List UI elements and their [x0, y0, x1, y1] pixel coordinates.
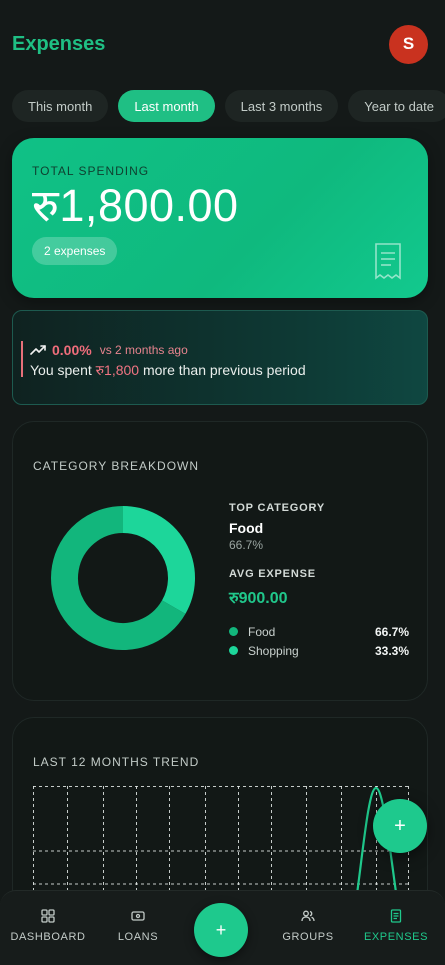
- period-chip-last-month[interactable]: Last month: [118, 90, 215, 122]
- trend-title: LAST 12 MONTHS TREND: [33, 755, 200, 769]
- comparison-header: 0.00% vs 2 months ago: [30, 342, 188, 358]
- nav-dashboard[interactable]: DASHBOARD: [3, 909, 93, 943]
- total-spending-label: TOTAL SPENDING: [32, 164, 150, 178]
- comparison-text-after: more than previous period: [139, 362, 306, 378]
- total-spending-card: TOTAL SPENDING रु1,800.00 2 expenses: [12, 138, 428, 298]
- period-chip-year-to-date[interactable]: Year to date: [348, 90, 445, 122]
- comparison-accent-bar: [21, 341, 23, 377]
- legend-item-food: Food 66.7%: [229, 622, 409, 641]
- receipt-icon: [375, 243, 401, 280]
- add-expense-fab[interactable]: +: [373, 799, 427, 853]
- avg-expense-value: रु900.00: [229, 590, 288, 607]
- legend-dot-shopping: [229, 646, 238, 655]
- top-category-heading: TOP CATEGORY: [229, 502, 325, 514]
- expenses-screen: Expenses S This month Last month Last 3 …: [0, 0, 445, 965]
- legend-item-shopping: Shopping 33.3%: [229, 641, 409, 660]
- comparison-percent: 0.00%: [52, 342, 92, 358]
- legend-label-shopping: Shopping: [248, 643, 299, 658]
- category-breakdown-title: CATEGORY BREAKDOWN: [33, 459, 200, 473]
- top-category-name: Food: [229, 520, 264, 536]
- avg-expense-heading: AVG EXPENSE: [229, 568, 316, 580]
- legend-label-food: Food: [248, 624, 276, 639]
- comparison-text: You spent रु1,800 more than previous per…: [30, 361, 306, 380]
- nav-expenses-label: EXPENSES: [363, 931, 429, 943]
- total-spending-amount: रु1,800.00: [32, 180, 239, 231]
- plus-icon: +: [394, 814, 406, 837]
- trending-up-icon: [30, 345, 46, 355]
- bottom-navigation: DASHBOARD LOANS + GROUPS EXPENSES: [0, 890, 445, 965]
- category-legend: Food 66.7% Shopping 33.3%: [229, 622, 409, 660]
- plus-icon: +: [215, 919, 227, 940]
- nav-loans[interactable]: LOANS: [93, 909, 183, 943]
- comparison-text-before: You spent: [30, 362, 96, 378]
- nav-loans-label: LOANS: [117, 931, 159, 943]
- header: Expenses S: [0, 0, 445, 90]
- comparison-card: 0.00% vs 2 months ago You spent रु1,800 …: [12, 310, 428, 405]
- period-chip-last-3-months[interactable]: Last 3 months: [224, 90, 339, 122]
- donut-slice-shopping: [122, 506, 195, 614]
- legend-value-food: 66.7%: [374, 624, 409, 639]
- nav-expenses[interactable]: EXPENSES: [351, 909, 441, 943]
- nav-groups[interactable]: GROUPS: [263, 909, 353, 943]
- users-icon: [301, 910, 315, 922]
- category-stats: TOP CATEGORY Food 66.7% AVG EXPENSE रु90…: [229, 502, 409, 660]
- nav-groups-label: GROUPS: [282, 931, 334, 943]
- period-chip-this-month[interactable]: This month: [12, 90, 109, 122]
- document-icon: [390, 909, 402, 923]
- legend-dot-food: [229, 627, 238, 636]
- period-selector: This month Last month Last 3 months Year…: [12, 90, 445, 122]
- comparison-amount: रु1,800: [95, 362, 140, 378]
- legend-value-shopping: 33.3%: [374, 643, 409, 658]
- grid-icon: [41, 909, 55, 923]
- wallet-icon: [131, 911, 145, 921]
- center-add-button[interactable]: +: [194, 903, 248, 957]
- category-breakdown-card: CATEGORY BREAKDOWN TOP CATEGORY Food 66.…: [12, 421, 428, 701]
- category-donut-chart: [51, 506, 195, 650]
- avatar[interactable]: S: [389, 24, 428, 64]
- comparison-vs-label: vs 2 months ago: [99, 343, 188, 357]
- trend-line-chart: [33, 786, 409, 896]
- trend-grid: [33, 786, 409, 896]
- expense-count-badge: 2 expenses: [32, 237, 118, 266]
- page-title: Expenses: [12, 32, 106, 55]
- nav-dashboard-label: DASHBOARD: [10, 931, 86, 943]
- top-category-percent: 66.7%: [229, 538, 264, 552]
